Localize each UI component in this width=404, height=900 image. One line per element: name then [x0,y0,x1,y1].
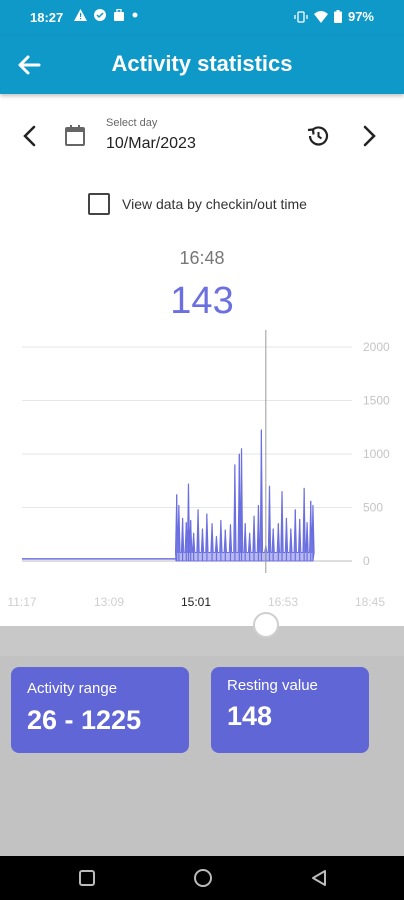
bag-icon [114,9,124,21]
battery-percent: 97% [347,9,374,24]
wifi-icon [313,10,328,23]
resting-value-value: 148 [227,701,273,731]
home-icon[interactable] [193,868,213,888]
scrubber-handle[interactable] [253,612,279,638]
select-day-label: Select day [106,117,158,129]
x-tick-label: 18:45 [355,595,385,609]
history-icon[interactable] [305,123,331,149]
y-tick-label: 2000 [363,340,390,354]
day-selector: Select day 10/Mar/2023 [0,110,404,166]
selected-day-value[interactable]: 10/Mar/2023 [106,135,196,153]
previous-day-chevron-icon[interactable] [18,124,42,148]
activity-range-value: 26 - 1225 [27,705,142,735]
vibrate-icon [294,10,308,23]
y-tick-label: 1000 [363,447,390,461]
activity-range-card: Activity range 26 - 1225 [11,667,189,753]
x-tick-label: 15:01 [181,595,211,609]
activity-range-label: Activity range [27,680,118,697]
x-tick-label: 11:17 [7,595,36,609]
notification-icons [74,9,138,21]
resting-value-card: Resting value 148 [211,667,369,753]
checkin-checkbox-row[interactable]: View data by checkin/out time [88,190,307,218]
y-tick-label: 500 [363,501,383,515]
x-tick-label: 16:53 [268,595,298,609]
check-circle-icon [94,9,106,21]
app-bar: Activity statistics [0,36,404,94]
dot-icon [132,12,138,18]
scrubber-track[interactable] [0,626,404,656]
y-tick-label: 1500 [363,394,390,408]
selected-time: 16:48 [179,248,225,268]
checkin-checkbox-label: View data by checkin/out time [122,196,307,212]
page-title: Activity statistics [111,51,293,76]
activity-chart[interactable]: 2000 1500 1000 500 0 11:17 13:09 15:01 16:53 18:4… [0,325,404,615]
recents-icon[interactable] [77,868,97,888]
resting-value-label: Resting value [227,677,318,694]
back-nav-icon[interactable] [309,868,329,888]
system-nav-bar [0,856,404,900]
next-day-chevron-icon[interactable] [357,124,381,148]
status-time: 18:27 [30,10,64,25]
selected-value: 143 [170,280,234,322]
stats-panel: Activity range 26 - 1225 Resting value 1… [0,656,404,856]
calendar-icon[interactable] [63,124,87,148]
x-tick-label: 13:09 [94,595,124,609]
checkin-checkbox[interactable] [88,193,110,215]
warning-icon [74,9,87,21]
status-bar: 18:27 97% [0,0,404,36]
y-tick-label: 0 [363,554,370,568]
battery-icon [333,10,342,23]
system-icons: 97% [294,9,374,24]
